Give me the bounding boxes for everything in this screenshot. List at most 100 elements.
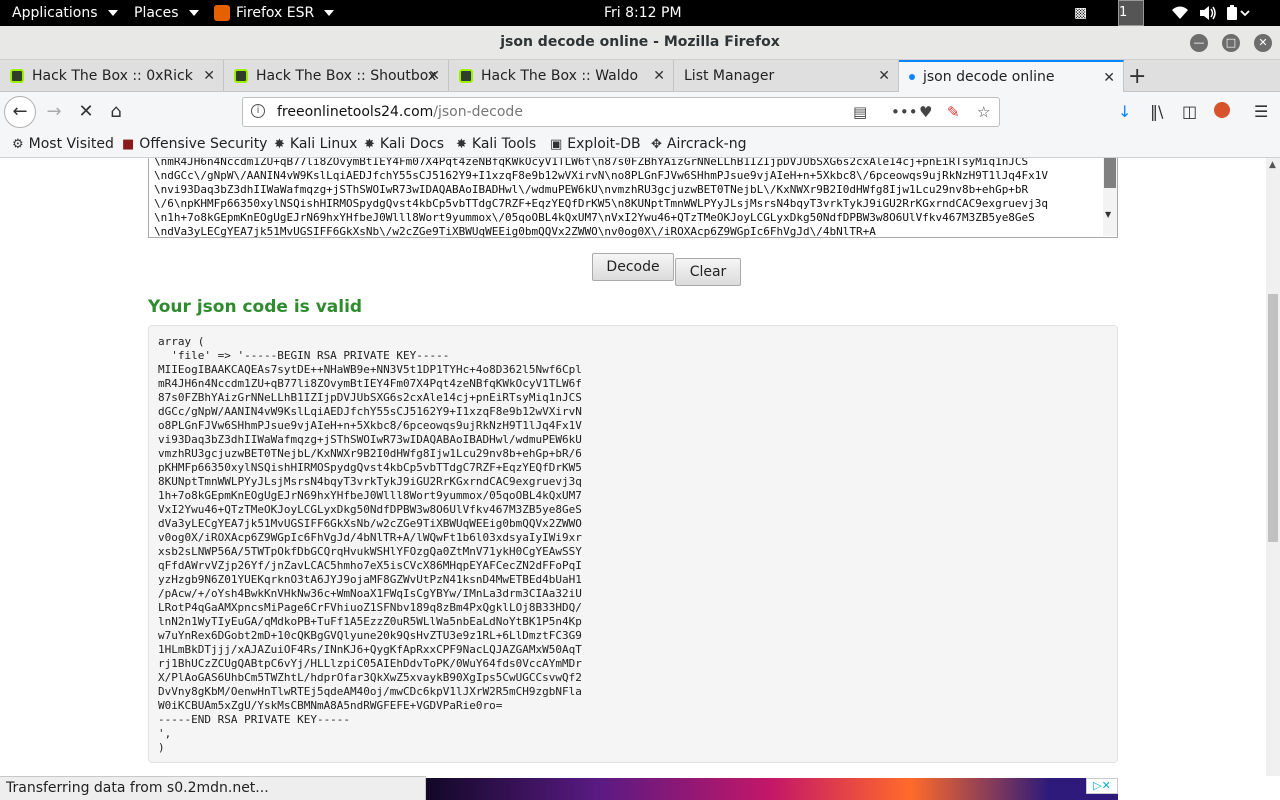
status-bar: Transferring data from s0.2mdn.net... [0,776,426,800]
firefox-app-menu[interactable]: Firefox ESR [214,0,335,26]
decode-button[interactable]: Decode [592,253,674,281]
loading-indicator-icon [909,74,915,80]
places-menu[interactable]: Places [134,0,199,26]
applications-label: Applications [12,5,98,21]
tab-hackthebox-shoutbox[interactable]: Hack The Box :: Shoutbox ✕ [224,60,449,92]
tab-label: json decode online [923,69,1055,85]
validation-message: Your json code is valid [148,297,363,317]
bookmark-kali-docs[interactable]: ✸ Kali Docs [364,136,444,152]
navigation-toolbar: ← → ✕ ⌂ i freeonlinetools24.com/json-dec… [0,92,1280,132]
tab-list-manager[interactable]: List Manager ✕ [674,60,899,92]
noscript-icon[interactable] [1214,102,1230,118]
url-host: freeonlinetools24.com [277,104,434,120]
url-text[interactable]: freeonlinetools24.com/json-decode [277,104,523,120]
bookmark-star-icon[interactable]: ☆ [977,103,990,121]
tab-label: List Manager [684,68,775,84]
clock[interactable]: Fri 8:12 PM [604,0,682,26]
adchoices-icon[interactable]: ▷✕ [1086,778,1118,794]
window-title: json decode online - Mozilla Firefox [500,34,780,50]
close-tab-icon[interactable]: ✕ [1103,70,1115,86]
bookmark-label: Kali Docs [379,136,444,152]
bookmark-most-visited[interactable]: ⚙ Most Visited [12,136,114,152]
ad-banner[interactable] [426,778,1118,800]
extension-pen-icon[interactable]: ✎ [947,103,960,121]
download-icon[interactable]: ↓ [1118,102,1131,121]
bookmark-kali-tools[interactable]: ✸ Kali Tools [456,136,536,152]
pocket-icon[interactable]: ♥ [919,103,932,121]
chevron-down-icon [324,10,335,16]
hackthebox-icon [234,69,248,83]
info-icon[interactable]: i [251,104,265,118]
exploit-db-icon: ▣ [550,136,563,152]
bookmark-label: Exploit-DB [567,136,641,152]
minimize-button[interactable]: — [1190,34,1208,52]
tab-hackthebox-0xrick[interactable]: Hack The Box :: 0xRick ✕ [0,60,224,92]
bookmark-exploit-db[interactable]: ▣ Exploit-DB [550,136,641,152]
firefox-app-label: Firefox ESR [236,5,315,21]
bookmark-label: Kali Tools [471,136,537,152]
textarea-scroll-thumb[interactable] [1104,158,1116,188]
tab-hackthebox-waldo[interactable]: Hack The Box :: Waldo ✕ [449,60,674,92]
hamburger-menu-icon[interactable]: ☰ [1254,102,1268,121]
applications-menu[interactable]: Applications [12,0,118,26]
kali-dragon-icon: ✸ [456,136,467,152]
workspace-switcher-icon[interactable]: ▩ [1074,0,1094,26]
aircrack-icon: ✥ [651,136,662,152]
close-tab-icon[interactable]: ✕ [203,68,215,84]
battery-power-icon[interactable] [1226,0,1252,26]
chevron-down-icon [188,10,199,16]
page-content: \nmR4JH6n4Nccdm1ZU+qB77li8ZOvymBtIEY4Fm0… [0,158,1266,776]
reader-view-icon[interactable]: ▤ [853,103,867,121]
tab-label: Hack The Box :: 0xRick [32,68,193,84]
workspace-indicator[interactable]: 1 [1118,0,1144,26]
sidebar-toggle-icon[interactable]: ◫ [1182,102,1197,121]
home-icon[interactable]: ⌂ [102,98,130,126]
url-path: /json-decode [433,104,523,120]
bookmark-label: Kali Linux [289,136,358,152]
json-input-textarea[interactable]: \nmR4JH6n4Nccdm1ZU+qB77li8ZOvymBtIEY4Fm0… [148,158,1118,238]
back-arrow-icon[interactable]: ← [4,96,36,128]
tab-json-decode-online[interactable]: json decode online ✕ [899,60,1124,92]
page-scrollbar[interactable]: ▲ [1266,158,1280,776]
firefox-icon [214,5,230,21]
chevron-up-icon[interactable]: ▲ [1269,160,1276,170]
chevron-down-icon [107,10,118,16]
bookmark-offensive-security[interactable]: ■ Offensive Security [122,136,267,152]
gnome-top-bar: Applications Places Firefox ESR Fri 8:12… [0,0,1280,26]
places-label: Places [134,5,179,21]
stop-loading-icon[interactable]: ✕ [72,98,100,126]
bookmark-kali-linux[interactable]: ✸ Kali Linux [274,136,357,152]
hackthebox-icon [459,69,473,83]
forward-arrow-icon[interactable]: → [40,98,68,126]
wifi-icon[interactable] [1172,0,1188,26]
clear-button[interactable]: Clear [675,258,741,286]
bookmark-label: Most Visited [28,136,114,152]
maximize-button[interactable]: □ [1222,34,1240,52]
kali-dragon-icon: ✸ [364,136,375,152]
bookmark-aircrack-ng[interactable]: ✥ Aircrack-ng [651,136,746,152]
decoded-output: array ( 'file' => '-----BEGIN RSA PRIVAT… [148,325,1118,763]
gear-icon: ⚙ [12,136,24,152]
offensive-security-icon: ■ [122,136,135,152]
kali-dragon-icon: ✸ [274,136,285,152]
close-tab-icon[interactable]: ✕ [653,68,665,84]
textarea-scrollbar[interactable]: ▼ [1103,158,1117,236]
new-tab-icon[interactable]: + [1128,64,1146,89]
tab-label: Hack The Box :: Waldo [481,68,639,84]
bookmark-label: Aircrack-ng [666,136,747,152]
library-icon[interactable]: ‖\ [1150,102,1163,121]
close-tab-icon[interactable]: ✕ [428,68,440,84]
url-bar[interactable]: i freeonlinetools24.com/json-decode ▤ ••… [242,97,1000,127]
page-scroll-thumb[interactable] [1268,294,1278,542]
close-tab-icon[interactable]: ✕ [878,68,890,84]
window-titlebar: json decode online - Mozilla Firefox — □… [0,26,1280,60]
bookmark-label: Offensive Security [139,136,268,152]
tab-bar: Hack The Box :: 0xRick ✕ Hack The Box ::… [0,60,1280,92]
page-actions-icon[interactable]: ••• [891,103,918,121]
volume-icon[interactable] [1200,0,1218,26]
close-window-button[interactable]: ✕ [1254,34,1272,52]
hackthebox-icon [10,69,24,83]
tab-label: Hack The Box :: Shoutbox [256,68,437,84]
bookmarks-toolbar: ⚙ Most Visited ■ Offensive Security ✸ Kali … [0,132,1280,158]
chevron-down-icon[interactable]: ▼ [1105,210,1111,219]
